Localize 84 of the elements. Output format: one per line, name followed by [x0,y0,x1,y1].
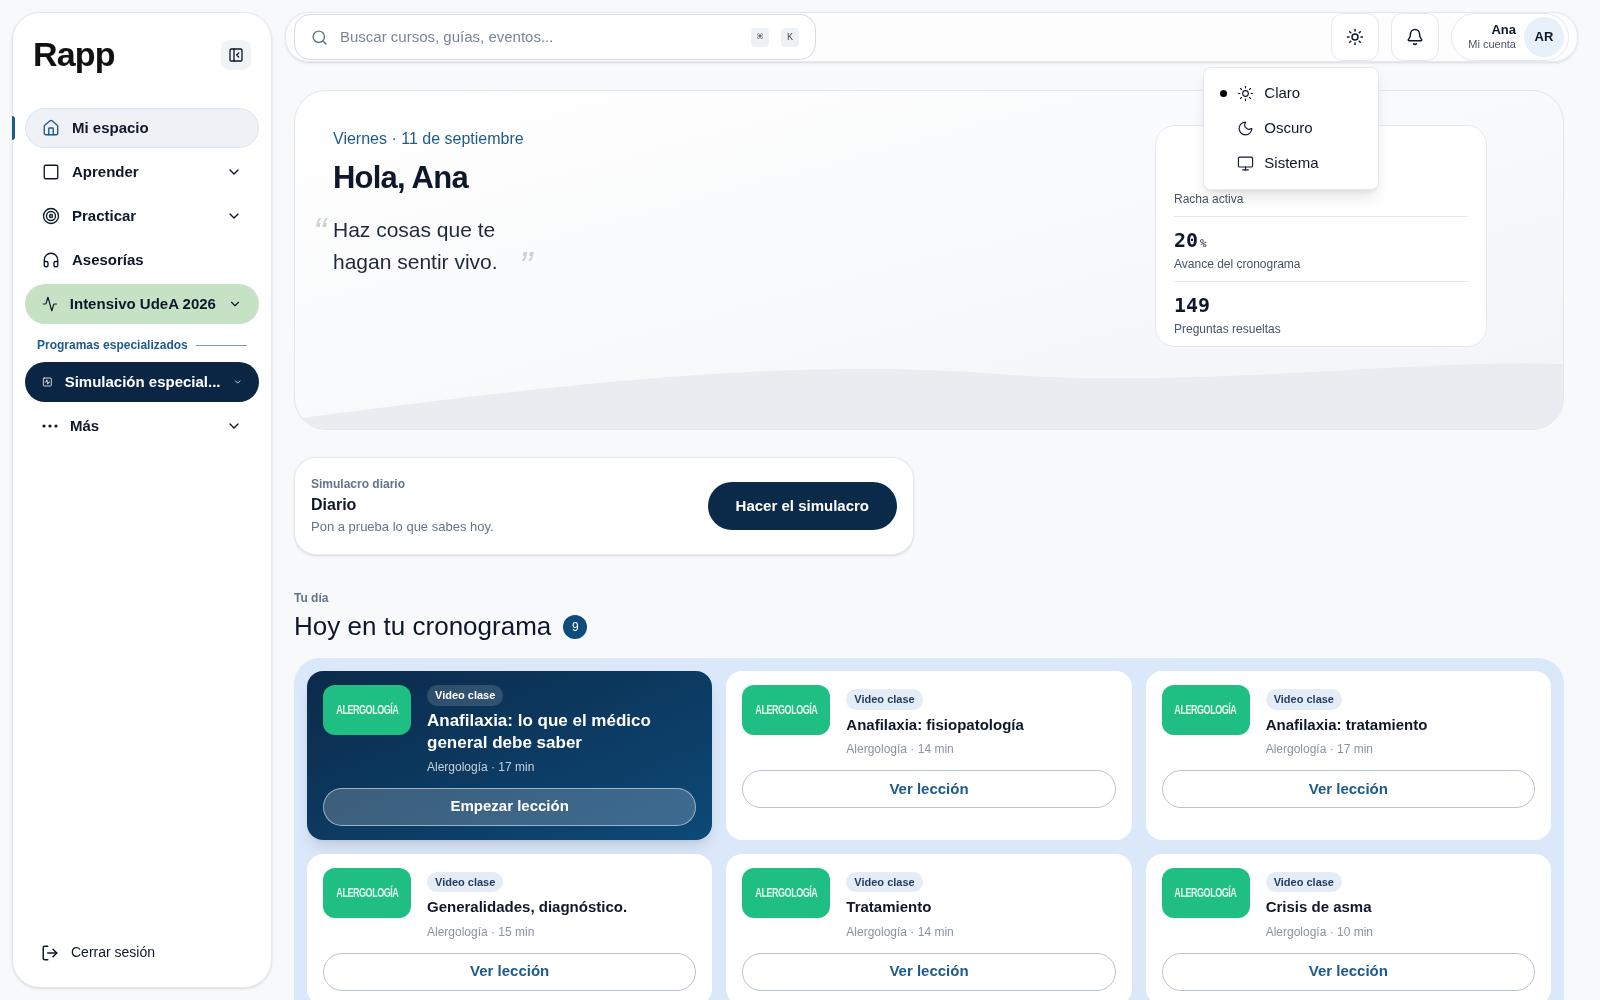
section-title: Hoy en tu cronograma [294,610,552,643]
stat-label: Racha activa [1174,191,1245,208]
lesson-button[interactable]: Ver lección [742,952,1116,991]
thumbnail: ALERGOLOGÍA [323,685,411,735]
lesson-title: Tratamiento [846,897,932,917]
square-icon [42,163,60,181]
moon-icon [1237,120,1255,137]
lesson-button[interactable]: Ver lección [1161,952,1535,991]
search-icon [311,28,328,46]
sidebar-item[interactable]: Asesorías [25,240,259,280]
thumbnail: ALERGOLOGÍA [742,867,831,918]
thumbnail: ALERGOLOGÍA [742,685,831,735]
target-icon [42,207,60,225]
lesson-title: Crisis de asma [1265,897,1372,917]
thumbnail: ALERGOLOGÍA [323,867,411,918]
shortcut-key: ⌘ [750,27,769,47]
sidebar-item[interactable]: Aprender [25,152,259,192]
lesson-meta: Alergología · 15 min [427,923,535,941]
lesson-title: Anafilaxia: lo que el médico general debe saber [427,709,652,754]
home-icon [42,119,60,137]
active-indicator [12,116,15,140]
pulse-icon [42,295,58,313]
headphones-icon [42,251,60,269]
logout-icon [41,943,59,962]
stat-label: Preguntas resueltas [1174,321,1282,338]
sun-icon [1346,28,1365,46]
date-label: Viernes · 11 de septiembre [333,129,525,149]
stat-label: Avance del cronograma [1174,256,1302,273]
lesson-meta: Alergología · 10 min [1265,923,1374,941]
lesson-button[interactable]: Ver lección [742,770,1116,808]
lesson-title: Generalidades, diagnóstico. [427,897,628,917]
sidebar-item[interactable]: Intensivo UdeA 2026 [25,284,259,324]
sidebar-item[interactable]: Mi espacio [25,108,259,148]
theme-button[interactable] [1331,13,1380,61]
theme-option[interactable]: Sistema [1204,146,1379,181]
section-eyebrow: Tu día [294,590,330,607]
lesson-meta: Alergología · 17 min [1265,741,1374,758]
daily-eyebrow: Simulacro diario [311,476,407,494]
section-heading: Programas especializados [37,337,188,354]
monitor-icon [1237,155,1255,172]
lesson-tag: Video clase [427,871,504,892]
lesson-title: Anafilaxia: tratamiento [1265,714,1428,735]
lesson-title: Anafilaxia: fisiopatología [846,714,1024,735]
sidebar-item[interactable]: Practicar [25,196,259,236]
daily-title: Diario [311,495,358,516]
collapse-sidebar-button[interactable] [221,39,251,70]
lesson-tag: Video clase [427,685,504,706]
account-button[interactable]: Ana Mi cuenta AR [1451,13,1569,61]
count-badge: 9 [563,614,588,639]
lesson-button[interactable]: Ver lección [1161,770,1535,808]
lesson-meta: Alergología · 17 min [427,758,535,776]
sun-icon [1237,85,1255,102]
start-simulation-button[interactable]: Hacer el simulacro [707,482,897,530]
theme-option[interactable]: Claro [1204,76,1379,111]
greeting: Hola, Ana [333,159,470,197]
avatar: AR [1524,17,1564,57]
quote-mark: “ [313,213,329,250]
theme-option[interactable]: Oscuro [1204,111,1379,146]
daily-subtitle: Pon a prueba lo que sabes hoy. [311,518,495,537]
bell-icon [1406,28,1425,46]
lesson-tag: Video clase [1265,871,1342,892]
quote-mark: ” [519,247,533,284]
quote-text: Haz cosas que te hagan sentir vivo. [333,216,499,275]
thumbnail: ALERGOLOGÍA [1161,685,1250,735]
search-field[interactable]: Buscar cursos, guías, eventos... [340,25,739,49]
lesson-meta: Alergología · 14 min [846,741,954,758]
thumbnail: ALERGOLOGÍA [1161,867,1250,918]
notifications-button[interactable] [1391,13,1440,61]
search-bar[interactable]: Buscar cursos, guías, eventos... ⌘ K [294,14,816,60]
shortcut-key: K [781,27,799,47]
panel-collapse-icon [228,46,244,63]
lesson-tag: Video clase [846,871,923,892]
lesson-button[interactable]: Ver lección [323,952,697,991]
lesson-tag: Video clase [1265,689,1342,710]
lesson-tag: Video clase [846,689,923,710]
lesson-button[interactable]: Empezar lección [323,787,697,826]
logo: Rapp [33,34,115,75]
stat-value: 149 [1174,292,1212,319]
more-icon [42,424,58,428]
logout-button[interactable]: Cerrar sesión [25,942,259,963]
sidebar-item[interactable]: Simulación especial... [25,362,259,402]
sidebar-item[interactable]: Más [25,406,259,446]
lesson-meta: Alergología · 14 min [846,923,954,941]
stat-value: 20% [1174,227,1208,254]
